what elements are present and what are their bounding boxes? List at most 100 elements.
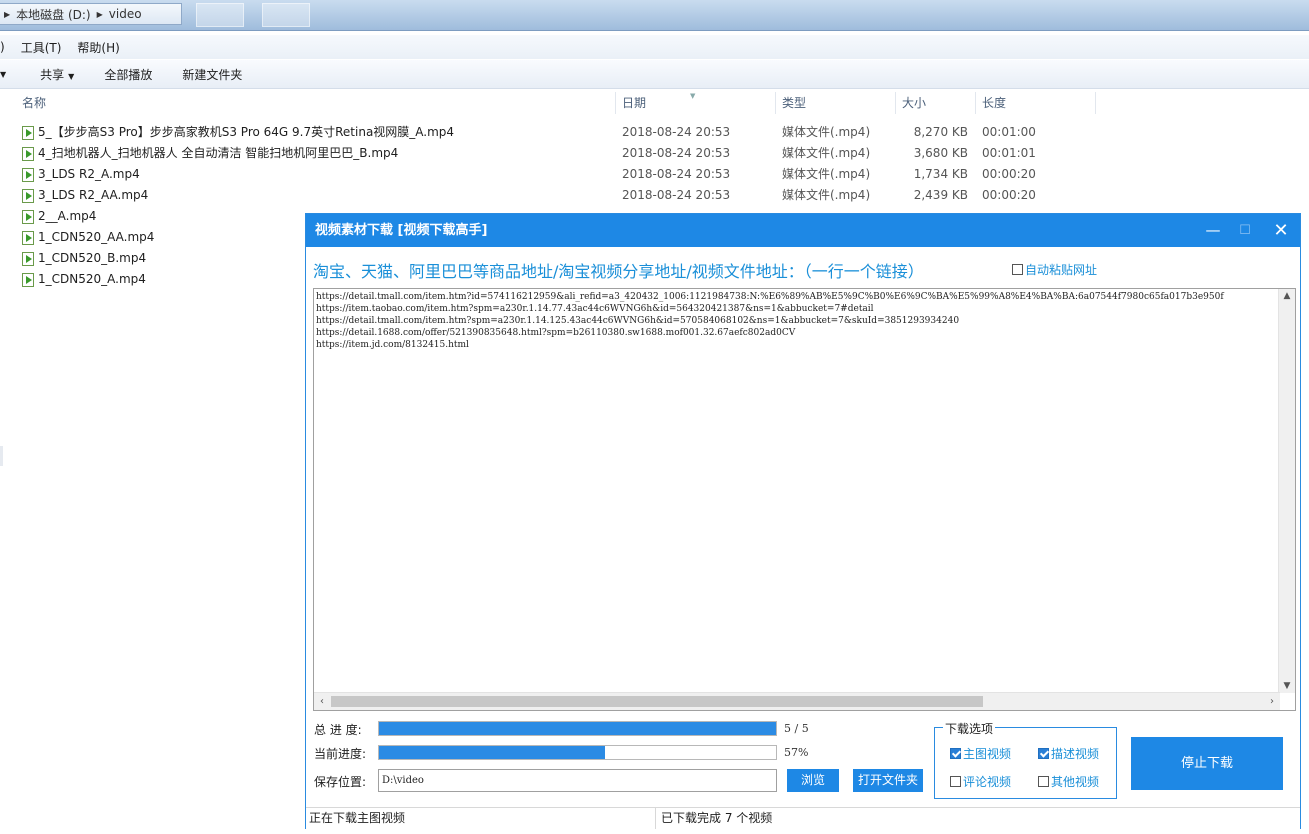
explorer-address-bar: ▶ 本地磁盘 (D:) ▶ video [0, 0, 1309, 31]
column-header-type[interactable]: 类型 [776, 92, 896, 114]
share-button[interactable]: 共享 ▼ [32, 66, 82, 83]
file-length: 00:01:00 [982, 125, 1036, 139]
download-dialog: 视频素材下载 [视频下载高手] — ☐ ✕ 淘宝、天猫、阿里巴巴等商品地址/淘宝… [305, 213, 1301, 829]
scroll-right-icon[interactable]: › [1264, 693, 1280, 710]
checkbox-box[interactable] [950, 748, 961, 759]
column-header-size[interactable]: 大小 [896, 92, 976, 114]
file-name-cell[interactable]: 1_CDN520_A.mp4 [22, 269, 146, 290]
download-options-legend: 下载选项 [943, 720, 996, 737]
media-file-icon [22, 272, 34, 287]
chevron-right-icon[interactable]: ▶ [4, 10, 10, 19]
maximize-icon[interactable]: ☐ [1230, 214, 1260, 247]
current-progress-bar [378, 745, 777, 760]
scroll-up-icon[interactable]: ▲ [1279, 291, 1295, 301]
option-label: 评论视频 [963, 775, 1012, 789]
url-line: https://item.jd.com/8132415.html [316, 340, 469, 350]
vertical-scrollbar[interactable]: ▲ ▼ [1278, 289, 1295, 693]
file-name: 1_CDN520_AA.mp4 [38, 230, 155, 244]
browse-button[interactable]: 浏览 [787, 769, 839, 792]
chevron-right-icon[interactable]: ▶ [97, 10, 103, 19]
url-line: https://detail.tmall.com/item.htm?id=574… [316, 292, 1224, 302]
menu-item-help[interactable]: 帮助(H) [69, 39, 127, 56]
file-date: 2018-08-24 20:53 [622, 125, 731, 139]
option-label: 描述视频 [1051, 747, 1100, 761]
file-length: 00:00:20 [982, 188, 1036, 202]
download-options-group: 下载选项 主图视频 描述视频 评论视频 其他视频 [934, 720, 1117, 799]
file-name: 4_扫地机器人_扫地机器人 全自动清洁 智能扫地机阿里巴巴_B.mp4 [38, 146, 399, 160]
file-type: 媒体文件(.mp4) [782, 125, 871, 139]
sort-indicator-icon: ▼ [690, 92, 696, 100]
file-length: 00:00:20 [982, 167, 1036, 181]
splitter-handle[interactable] [0, 446, 3, 466]
scroll-down-icon[interactable]: ▼ [1279, 681, 1295, 691]
breadcrumb[interactable]: ▶ 本地磁盘 (D:) ▶ video [0, 3, 182, 25]
file-name: 1_CDN520_A.mp4 [38, 272, 146, 286]
file-date: 2018-08-24 20:53 [622, 167, 731, 181]
checkbox-box[interactable] [950, 776, 961, 787]
url-textarea[interactable]: https://detail.tmall.com/item.htm?id=574… [313, 288, 1296, 711]
file-name: 3_LDS R2_A.mp4 [38, 167, 140, 181]
option-review-video[interactable]: 评论视频 [950, 773, 1011, 790]
scroll-left-icon[interactable]: ‹ [314, 693, 330, 710]
file-name-cell[interactable]: 3_LDS R2_A.mp4 [22, 164, 140, 185]
minimize-icon[interactable]: — [1198, 214, 1228, 247]
file-row[interactable]: 5_【步步高S3 Pro】步步高家教机S3 Pro 64G 9.7英寸Retin… [0, 122, 1309, 143]
file-name-cell[interactable]: 1_CDN520_B.mp4 [22, 248, 146, 269]
toolbar-dropdown-arrow[interactable]: ▼ [0, 70, 6, 79]
option-description-video[interactable]: 描述视频 [1038, 745, 1099, 762]
file-name-cell[interactable]: 3_LDS R2_AA.mp4 [22, 185, 148, 206]
file-name: 1_CDN520_B.mp4 [38, 251, 147, 265]
url-line: https://item.taobao.com/item.htm?spm=a23… [316, 304, 874, 314]
stop-download-button[interactable]: 停止下载 [1131, 737, 1283, 790]
dialog-titlebar[interactable]: 视频素材下载 [视频下载高手] — ☐ ✕ [306, 214, 1300, 247]
address-search-area [262, 3, 310, 27]
checkbox-box[interactable] [1012, 264, 1023, 275]
media-file-icon [22, 188, 34, 203]
column-header-date[interactable]: 日期 [616, 92, 776, 114]
open-folder-button[interactable]: 打开文件夹 [853, 769, 923, 792]
menu-item-tools[interactable]: 工具(T) [13, 39, 70, 56]
file-date: 2018-08-24 20:53 [622, 146, 731, 160]
file-row[interactable]: 3_LDS R2_AA.mp4 2018-08-24 20:53 媒体文件(.mp4… [0, 185, 1309, 206]
share-label: 共享 [40, 67, 65, 82]
file-size: 2,439 KB [913, 188, 968, 202]
file-length: 00:01:01 [982, 146, 1036, 160]
column-header-name[interactable]: 名称 [16, 92, 616, 114]
breadcrumb-folder[interactable]: video [109, 7, 142, 21]
total-progress-fill [379, 722, 776, 735]
breadcrumb-drive[interactable]: 本地磁盘 (D:) [16, 6, 90, 23]
column-header-length[interactable]: 长度 [976, 92, 1096, 114]
save-location-input[interactable]: D:\video [378, 769, 777, 792]
file-size: 1,734 KB [913, 167, 968, 181]
menu-item-partial[interactable]: ) [0, 40, 13, 54]
option-main-video[interactable]: 主图视频 [950, 745, 1011, 762]
auto-paste-label: 自动粘贴网址 [1025, 263, 1098, 277]
play-all-button[interactable]: 全部播放 [96, 66, 160, 83]
url-instructions: 淘宝、天猫、阿里巴巴等商品地址/淘宝视频分享地址/视频文件地址：（一行一个链接） [313, 262, 924, 281]
file-name-cell[interactable]: 4_扫地机器人_扫地机器人 全自动清洁 智能扫地机阿里巴巴_B.mp4 [22, 143, 398, 164]
file-type: 媒体文件(.mp4) [782, 167, 871, 181]
status-bar: 正在下载主图视频 已下载完成 7 个视频 [306, 807, 1300, 829]
option-other-video[interactable]: 其他视频 [1038, 773, 1099, 790]
url-line: https://detail.1688.com/offer/5213908356… [316, 328, 796, 338]
checkbox-box[interactable] [1038, 748, 1049, 759]
file-row[interactable]: 4_扫地机器人_扫地机器人 全自动清洁 智能扫地机阿里巴巴_B.mp4 2018-… [0, 143, 1309, 164]
total-progress-bar [378, 721, 777, 736]
horizontal-scrollbar[interactable]: ‹ › [314, 692, 1280, 710]
file-size: 8,270 KB [913, 125, 968, 139]
close-icon[interactable]: ✕ [1266, 214, 1296, 247]
file-name-cell[interactable]: 2__A.mp4 [22, 206, 96, 227]
option-label: 主图视频 [963, 747, 1012, 761]
total-progress-label: 总 进 度: [314, 723, 362, 737]
file-name: 3_LDS R2_AA.mp4 [38, 188, 149, 202]
auto-paste-checkbox[interactable]: 自动粘贴网址 [1012, 261, 1097, 278]
media-file-icon [22, 167, 34, 182]
file-row[interactable]: 3_LDS R2_A.mp4 2018-08-24 20:53 媒体文件(.mp4)… [0, 164, 1309, 185]
checkbox-box[interactable] [1038, 776, 1049, 787]
file-name-cell[interactable]: 5_【步步高S3 Pro】步步高家教机S3 Pro 64G 9.7英寸Retin… [22, 122, 454, 143]
new-folder-button[interactable]: 新建文件夹 [174, 66, 250, 83]
file-name-cell[interactable]: 1_CDN520_AA.mp4 [22, 227, 154, 248]
scrollbar-thumb[interactable] [331, 696, 983, 707]
current-progress-value: 57% [784, 746, 809, 759]
current-progress-fill [379, 746, 606, 759]
